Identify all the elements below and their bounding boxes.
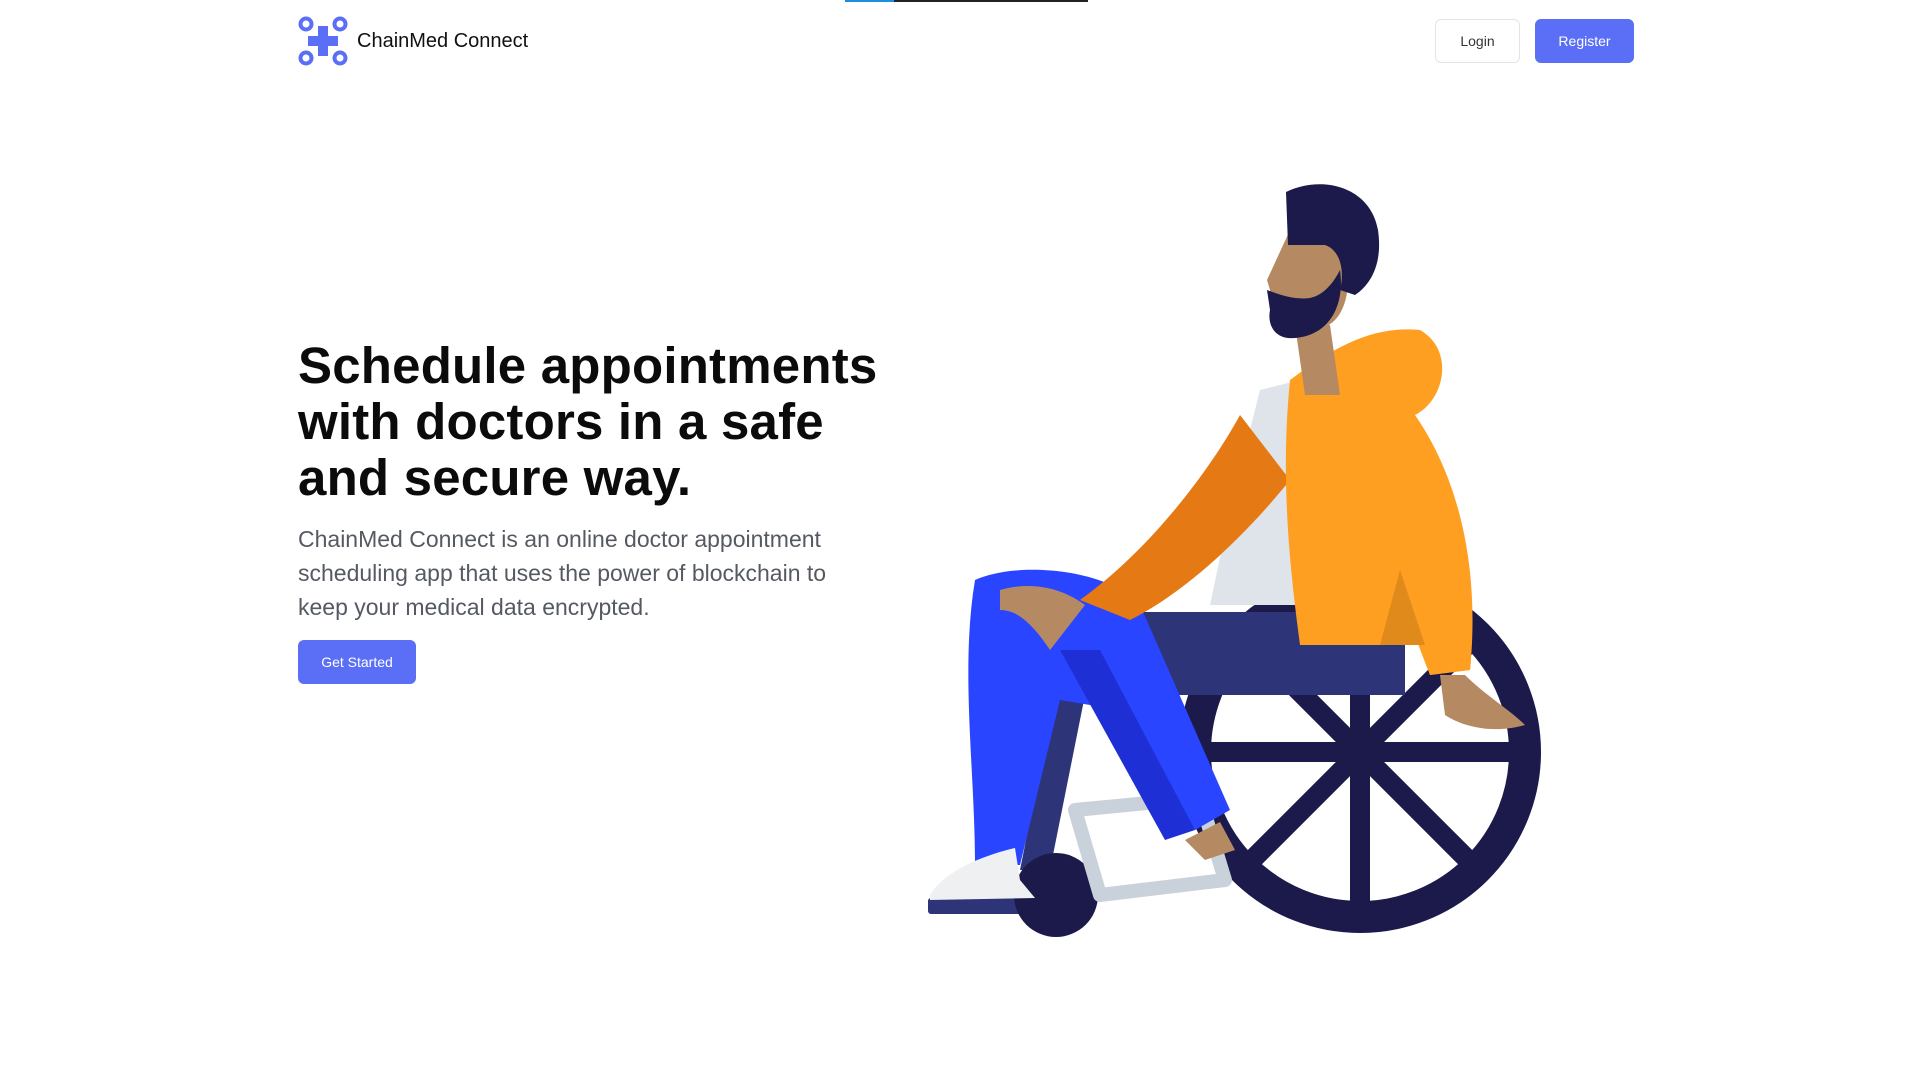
hero-title: Schedule appointments with doctors in a … (298, 337, 878, 506)
hero-section: Schedule appointments with doctors in a … (298, 338, 898, 684)
login-button[interactable]: Login (1435, 19, 1520, 63)
nav-actions: Login Register (1435, 19, 1634, 63)
brand-name: ChainMed Connect (357, 29, 529, 52)
brand[interactable]: ChainMed Connect (298, 16, 528, 66)
wheelchair-user-illustration (928, 184, 1541, 937)
navbar: ChainMed Connect Login Register (298, 16, 1634, 66)
register-button[interactable]: Register (1535, 19, 1634, 63)
get-started-button[interactable]: Get Started (298, 640, 416, 684)
page-load-progress-fill (845, 0, 894, 2)
landing-page: ChainMed Connect Login Register Schedule… (0, 0, 1920, 1080)
hero-subtitle: ChainMed Connect is an online doctor app… (298, 526, 827, 620)
medical-cross-nodes-icon (298, 16, 348, 66)
page-load-progress (845, 0, 1088, 2)
